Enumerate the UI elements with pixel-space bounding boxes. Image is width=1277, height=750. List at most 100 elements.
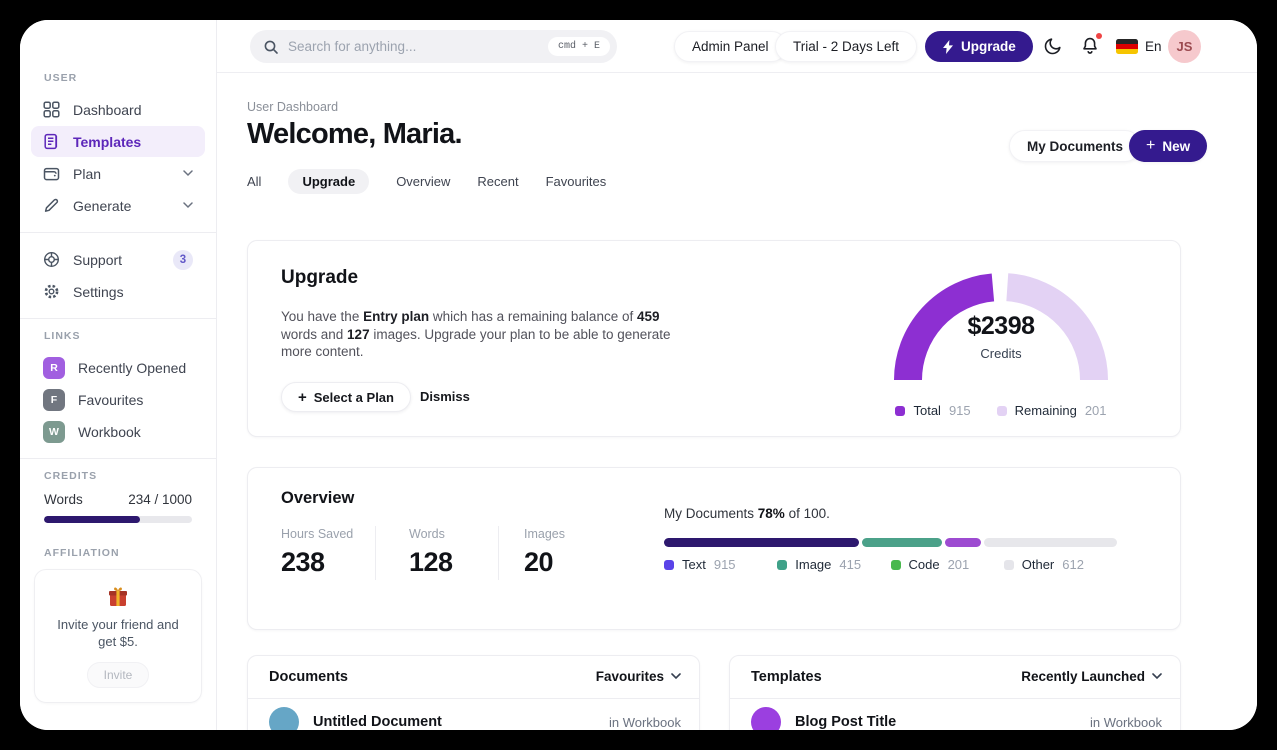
language-flag-germany[interactable]	[1116, 39, 1138, 54]
dismiss-button[interactable]: Dismiss	[420, 389, 470, 404]
pencil-icon	[44, 198, 59, 212]
document-list-item[interactable]: Untitled Document in Workbook	[269, 707, 681, 730]
sidebar-item-dashboard[interactable]: Dashboard	[31, 94, 205, 125]
tab-recent[interactable]: Recent	[477, 169, 518, 194]
lifebuoy-icon	[43, 251, 60, 268]
bar-segment-image	[862, 538, 943, 547]
upgrade-button[interactable]: Upgrade	[925, 31, 1033, 62]
invite-button[interactable]: Invite	[86, 662, 150, 688]
card-divider	[248, 698, 699, 699]
documents-card: Documents Favourites Untitled Document i…	[247, 655, 700, 730]
stat-label: Words	[409, 527, 445, 541]
upgrade-button-label: Upgrade	[961, 39, 1016, 54]
stat-label: Images	[524, 527, 565, 541]
tab-all[interactable]: All	[247, 169, 261, 194]
legend-item-remaining: Remaining 201	[996, 403, 1107, 418]
search-shortcut-chip: cmd + E	[547, 37, 610, 56]
stat-images: Images 20	[524, 527, 565, 578]
bar-segment-text	[664, 538, 860, 547]
card-divider	[730, 698, 1180, 699]
sidebar-link-favourites[interactable]: F Favourites	[31, 384, 205, 415]
legend-label: Image	[795, 557, 832, 572]
gauge-caption: Credits	[980, 346, 1022, 361]
language-label[interactable]: En	[1145, 39, 1162, 54]
sidebar-link-recently-opened[interactable]: R Recently Opened	[31, 352, 205, 383]
documents-filter-dropdown[interactable]: Favourites	[596, 669, 681, 684]
wallet-icon	[43, 167, 60, 181]
stat-label: Hours Saved	[281, 527, 354, 541]
credits-row: Words 234 / 1000	[44, 492, 192, 507]
stat-words: Words 128	[409, 527, 453, 578]
upgrade-card: Upgrade You have the Entry plan which ha…	[247, 240, 1181, 437]
select-plan-label: Select a Plan	[313, 389, 394, 405]
sidebar-item-templates[interactable]: Templates	[31, 126, 205, 157]
documents-stacked-bar	[664, 538, 1117, 547]
sidebar-section-links: LINKS	[44, 330, 81, 342]
sidebar-item-generate[interactable]: Generate	[31, 190, 205, 221]
legend-label: Total	[913, 403, 941, 418]
support-badge: 3	[173, 249, 193, 270]
template-title: Blog Post Title	[795, 714, 897, 730]
template-avatar	[751, 707, 781, 730]
legend-swatch	[664, 559, 674, 570]
sidebar-item-settings[interactable]: Settings	[31, 276, 205, 307]
new-button[interactable]: + New	[1129, 130, 1208, 162]
upgrade-card-body: You have the Entry plan which has a rema…	[281, 309, 671, 359]
template-list-item[interactable]: Blog Post Title in Workbook	[751, 707, 1162, 730]
legend-swatch	[777, 559, 788, 570]
tab-favourites[interactable]: Favourites	[546, 169, 607, 194]
sidebar-section-user: USER	[44, 72, 78, 84]
plus-icon: +	[298, 388, 307, 406]
templates-filter-dropdown[interactable]: Recently Launched	[1021, 669, 1162, 684]
notification-dot	[1096, 33, 1102, 39]
sidebar-item-plan[interactable]: Plan	[31, 158, 205, 189]
legend-label: Other	[1021, 557, 1055, 572]
documents-card-title: Documents	[269, 669, 348, 685]
link-initial-badge: W	[43, 420, 65, 443]
document-avatar	[269, 707, 299, 730]
sidebar-item-label: Generate	[73, 197, 132, 214]
sidebar-divider	[20, 232, 216, 233]
sidebar-item-support[interactable]: Support 3	[31, 244, 205, 275]
new-button-label: New	[1162, 138, 1191, 154]
select-plan-button[interactable]: + Select a Plan	[281, 382, 411, 412]
legend-label: Text	[682, 557, 706, 572]
link-initial-badge: R	[43, 356, 65, 379]
legend-swatch	[895, 405, 906, 416]
trial-status-chip[interactable]: Trial - 2 Days Left	[775, 31, 918, 62]
topbar: cmd + E Admin Panel Trial - 2 Days Left …	[217, 20, 1257, 73]
upgrade-card-title: Upgrade	[281, 267, 359, 288]
main-content: User Dashboard Welcome, Maria. My Docume…	[217, 74, 1257, 730]
chevron-down-icon	[183, 170, 193, 177]
app-window: USER Dashboard Templates Plan Generate S…	[20, 20, 1257, 730]
chevron-down-icon	[671, 673, 681, 680]
sidebar-link-label: Recently Opened	[78, 359, 187, 376]
sidebar-divider	[20, 458, 216, 459]
search-bar[interactable]: cmd + E	[250, 30, 617, 63]
tab-upgrade[interactable]: Upgrade	[288, 169, 370, 194]
credits-gauge-chart: $2398 Credits	[881, 254, 1121, 386]
tab-overview[interactable]: Overview	[396, 169, 450, 194]
notifications-bell-icon[interactable]	[1080, 33, 1102, 56]
credits-label: Words	[44, 492, 83, 507]
user-avatar[interactable]: JS	[1168, 30, 1201, 63]
chevron-down-icon	[183, 202, 193, 209]
search-input[interactable]	[288, 39, 539, 54]
stat-value: 128	[409, 547, 453, 577]
legend-value: 201	[947, 557, 970, 572]
legend-swatch	[1003, 559, 1014, 570]
legend-item-total: Total 915	[895, 403, 971, 418]
overview-card: Overview Hours Saved 238 Words 128 Image…	[247, 467, 1181, 630]
legend-item-text: Text 915	[664, 557, 777, 572]
dark-mode-moon-icon[interactable]	[1043, 36, 1063, 56]
page-title: Welcome, Maria.	[247, 118, 463, 150]
bell-icon	[1083, 37, 1097, 54]
gear-icon	[44, 284, 59, 299]
bar-segment-other	[983, 538, 1117, 547]
sidebar-section-credits: CREDITS	[44, 470, 98, 482]
sidebar-link-workbook[interactable]: W Workbook	[31, 416, 205, 447]
legend-item-image: Image 415	[777, 557, 890, 572]
my-documents-button[interactable]: My Documents	[1009, 130, 1142, 162]
admin-panel-button[interactable]: Admin Panel	[674, 31, 787, 62]
affiliation-card: Invite your friend and get $5. Invite	[34, 569, 202, 703]
